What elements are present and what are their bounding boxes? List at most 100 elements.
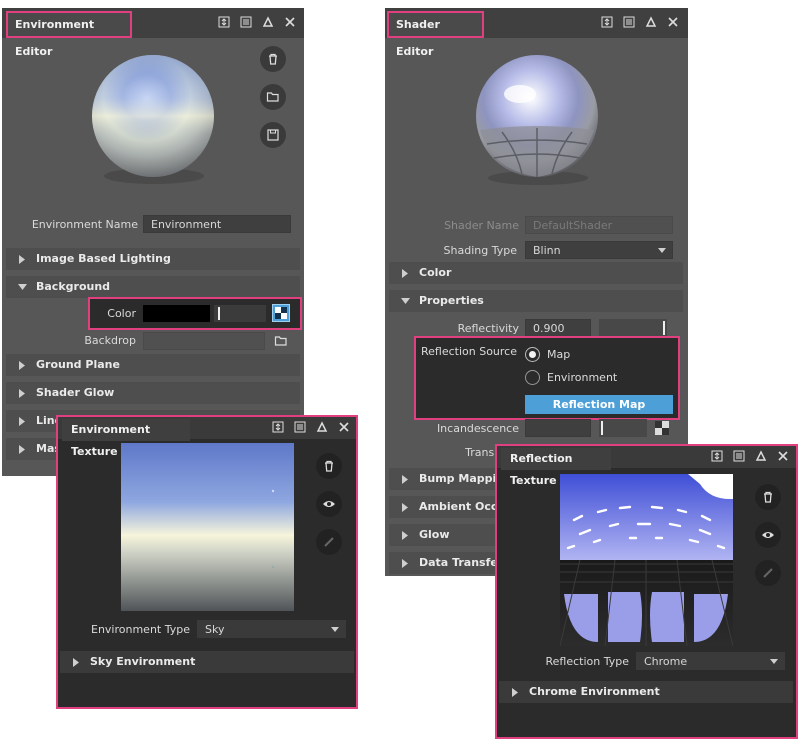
tab-environment-editor[interactable]: Environment Editor	[6, 11, 132, 58]
tab-shader-editor[interactable]: Shader Editor	[387, 11, 484, 58]
texture-map-button[interactable]	[272, 304, 290, 322]
chevron-right-icon	[18, 382, 32, 404]
incandescence-map-button[interactable]	[655, 421, 669, 435]
visibility-button[interactable]	[755, 522, 781, 548]
menu-icon[interactable]	[621, 14, 637, 30]
section-label: Shader Glow	[36, 386, 115, 399]
section-chrome-environment[interactable]: Chrome Environment	[499, 681, 793, 703]
eye-icon	[323, 501, 335, 507]
radio-map[interactable]	[525, 347, 540, 362]
color-label: Color	[107, 307, 136, 320]
open-button[interactable]	[260, 84, 286, 110]
section-label: Image Based Lighting	[36, 252, 171, 265]
triangle-icon[interactable]	[753, 448, 769, 464]
color-swatch[interactable]	[143, 305, 210, 322]
reflectivity-label: Reflectivity	[457, 322, 519, 335]
tab-environment-texture[interactable]: Environment Texture	[62, 419, 190, 458]
incandescence-slider[interactable]	[599, 419, 647, 437]
dropdown-value: Blinn	[533, 244, 561, 257]
checker-icon	[655, 421, 669, 435]
resize-icon[interactable]	[599, 14, 615, 30]
section-label: Glow	[419, 528, 450, 541]
section-ground-plane[interactable]: Ground Plane	[6, 354, 300, 376]
chevron-down-icon	[658, 248, 666, 253]
close-icon[interactable]	[282, 14, 298, 30]
reflection-type-dropdown[interactable]: Chrome	[636, 652, 785, 670]
environment-texture-panel: Environment Texture Environment Type Sky…	[56, 415, 358, 709]
resize-icon[interactable]	[270, 419, 286, 435]
reflection-source-label: Reflection Source	[420, 345, 517, 358]
visibility-button[interactable]	[316, 491, 342, 517]
trash-icon	[325, 460, 333, 472]
window-controls	[709, 448, 791, 464]
shading-type-label: Shading Type	[443, 244, 517, 257]
chevron-right-icon	[511, 681, 525, 703]
backdrop-folder-button[interactable]	[272, 333, 290, 349]
reflectivity-slider[interactable]	[599, 319, 667, 337]
section-sky-environment[interactable]: Sky Environment	[60, 651, 354, 673]
dropdown-value: Chrome	[644, 655, 688, 668]
reflectivity-input[interactable]: 0.900	[525, 319, 591, 337]
triangle-icon[interactable]	[314, 419, 330, 435]
chevron-right-icon	[18, 410, 32, 432]
resize-icon[interactable]	[216, 14, 232, 30]
chevron-right-icon	[18, 248, 32, 270]
resize-icon[interactable]	[709, 448, 725, 464]
triangle-icon[interactable]	[260, 14, 276, 30]
chevron-down-icon	[331, 627, 339, 632]
slider-handle[interactable]	[601, 421, 603, 435]
disable-icon	[763, 568, 773, 578]
delete-button[interactable]	[755, 484, 781, 510]
shader-preview-sphere	[476, 55, 598, 185]
slider-handle[interactable]	[663, 321, 665, 335]
environment-name-input[interactable]: Environment	[143, 215, 291, 233]
folder-icon	[266, 92, 279, 102]
color-slider[interactable]	[214, 305, 266, 322]
radio-environment-label: Environment	[547, 371, 618, 384]
chevron-down-icon	[770, 659, 778, 664]
environment-type-dropdown[interactable]: Sky	[197, 620, 346, 638]
backdrop-input[interactable]	[143, 332, 265, 350]
chevron-right-icon	[18, 354, 32, 376]
eye-icon	[762, 532, 774, 538]
menu-icon[interactable]	[292, 419, 308, 435]
trash-icon	[269, 53, 277, 65]
section-label: Background	[36, 280, 111, 293]
section-label: Ground Plane	[36, 358, 120, 371]
shader-name-label: Shader Name	[444, 219, 519, 232]
incandescence-swatch[interactable]	[525, 419, 591, 437]
disable-button[interactable]	[755, 560, 781, 586]
close-icon[interactable]	[336, 419, 352, 435]
shader-name-input[interactable]: DefaultShader	[525, 216, 673, 234]
chevron-right-icon	[18, 438, 32, 460]
section-color[interactable]: Color	[389, 262, 683, 284]
backdrop-label: Backdrop	[84, 334, 136, 347]
close-icon[interactable]	[775, 448, 791, 464]
triangle-icon[interactable]	[643, 14, 659, 30]
disable-button[interactable]	[316, 529, 342, 555]
delete-button[interactable]	[260, 46, 286, 72]
chevron-down-icon	[401, 290, 415, 312]
chevron-right-icon	[401, 468, 415, 490]
checker-icon	[275, 307, 287, 319]
radio-environment[interactable]	[525, 370, 540, 385]
close-icon[interactable]	[665, 14, 681, 30]
section-shader-glow[interactable]: Shader Glow	[6, 382, 300, 404]
chevron-right-icon	[401, 524, 415, 546]
shading-type-dropdown[interactable]: Blinn	[525, 241, 673, 259]
section-background[interactable]: Background	[6, 276, 300, 298]
menu-icon[interactable]	[731, 448, 747, 464]
menu-icon[interactable]	[238, 14, 254, 30]
section-properties[interactable]: Properties	[389, 290, 683, 312]
section-label: Chrome Environment	[529, 685, 660, 698]
delete-button[interactable]	[316, 453, 342, 479]
sky-texture-preview	[121, 443, 294, 611]
section-image-based-lighting[interactable]: Image Based Lighting	[6, 248, 300, 270]
save-button[interactable]	[260, 122, 286, 148]
slider-handle[interactable]	[218, 307, 220, 320]
reflection-map-button[interactable]: Reflection Map	[525, 395, 673, 414]
tab-reflection-texture[interactable]: Reflection Texture	[501, 448, 611, 487]
dropdown-value: Sky	[205, 623, 225, 636]
environment-editor-panel: Environment Editor Environment Name Envi…	[2, 8, 304, 476]
chevron-right-icon	[72, 651, 86, 673]
